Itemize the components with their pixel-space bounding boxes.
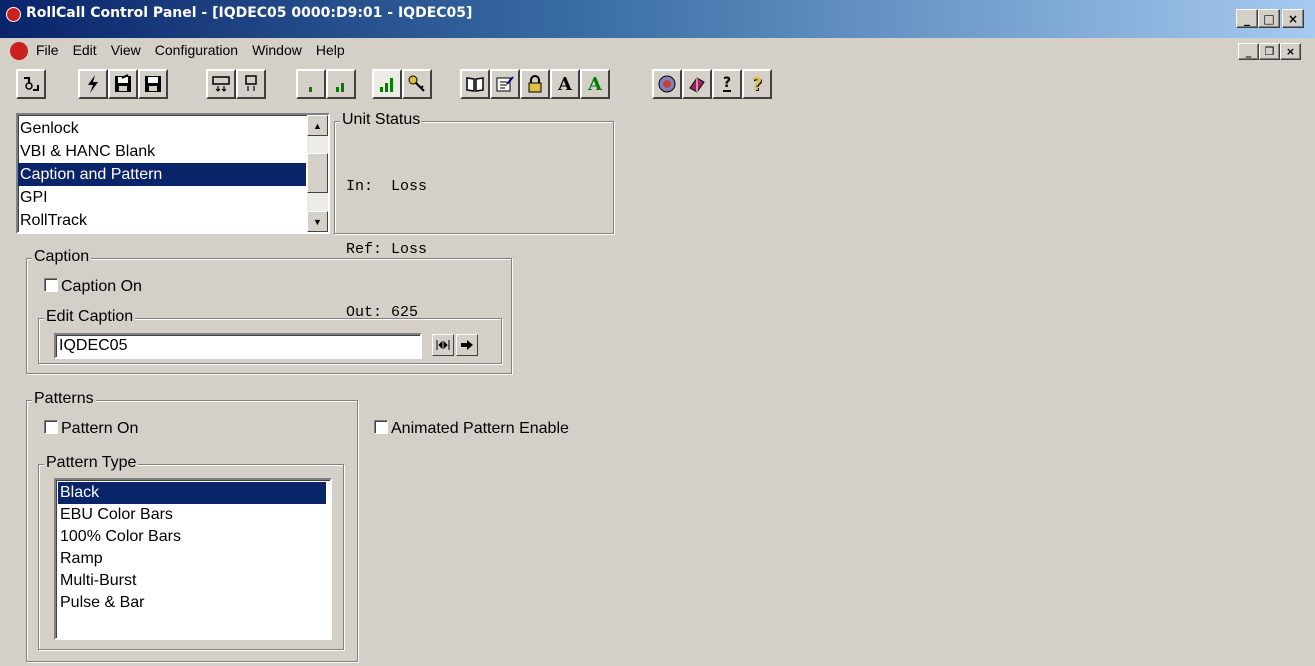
menu-file[interactable]: File [36,42,59,58]
menu-help[interactable]: Help [316,42,345,58]
mdi-minimize-button[interactable]: _ [1238,43,1259,60]
document-icon[interactable] [10,42,28,60]
pattern-on-label: Pattern On [61,420,139,437]
nav-item-gpi[interactable]: GPI [18,186,306,209]
nav-item-caption-and-pattern[interactable]: Caption and Pattern [18,163,306,186]
rollcall-app-icon[interactable] [6,7,21,22]
menu-bar: File Edit View Configuration Window Help… [0,38,1315,64]
menu-configuration[interactable]: Configuration [155,42,238,58]
book-icon[interactable] [460,69,490,99]
pattern-type-label: Pattern Type [44,454,139,472]
close-button[interactable]: × [1282,9,1304,28]
download-icon[interactable] [206,69,236,99]
question-icon[interactable]: ? [742,69,772,99]
signal-low-icon[interactable] [296,69,326,99]
caption-on-box[interactable] [44,278,58,292]
upload-icon[interactable] [236,69,266,99]
nav-list-items: Genlock VBI & HANC Blank Caption and Pat… [18,117,306,232]
nav-list-scrollbar[interactable]: ▲ ▼ [307,115,328,232]
pattern-item-black[interactable]: Black [58,482,326,504]
help-book-icon[interactable] [682,69,712,99]
nav-item-rolltrack[interactable]: RollTrack [18,209,306,232]
patterns-label: Patterns [32,390,96,408]
mdi-controls: _ ❐ × [1238,43,1301,60]
scroll-up-icon[interactable]: ▲ [307,115,328,136]
pattern-item-ramp[interactable]: Ramp [58,548,326,570]
help-icon[interactable]: ? [712,69,742,99]
pattern-type-list[interactable]: Black EBU Color Bars 100% Color Bars Ram… [54,478,332,640]
scroll-down-icon[interactable]: ▼ [307,211,328,232]
save-all-icon[interactable] [138,69,168,99]
question-mark: ? [751,73,763,95]
pattern-item-ebu-color-bars[interactable]: EBU Color Bars [58,504,326,526]
pattern-on-box[interactable] [44,420,58,434]
edit-icon[interactable] [490,69,520,99]
title-bar[interactable]: RollCall Control Panel - [IQDEC05 0000:D… [0,0,1315,38]
connect-icon[interactable] [16,69,46,99]
window-title: RollCall Control Panel - [IQDEC05 0000:D… [26,5,473,21]
caption-on-label: Caption On [61,278,142,295]
key-icon[interactable] [402,69,432,99]
caption-on-checkbox[interactable]: Caption On [44,278,142,296]
maximize-button[interactable]: □ [1258,9,1280,28]
pattern-item-100-color-bars[interactable]: 100% Color Bars [58,526,326,548]
lock-icon[interactable] [520,69,550,99]
signal-high-icon[interactable] [372,69,402,99]
pattern-item-pulse-bar[interactable]: Pulse & Bar [58,592,326,614]
menu-items: File Edit View Configuration Window Help [36,42,345,58]
pattern-type-items: Black EBU Color Bars 100% Color Bars Ram… [58,482,326,614]
unit-status-label: Unit Status [340,111,423,129]
animated-pattern-box[interactable] [374,420,388,434]
nav-item-genlock[interactable]: Genlock [18,117,306,140]
caption-apply-icon[interactable] [456,334,478,356]
signal-medium-icon[interactable] [326,69,356,99]
nav-item-vbi-hanc-blank[interactable]: VBI & HANC Blank [18,140,306,163]
toolbar: A A ? ? [0,64,1315,108]
save-icon[interactable] [108,69,138,99]
pattern-on-checkbox[interactable]: Pattern On [44,420,138,438]
font-a-green-icon[interactable]: A [580,69,610,99]
mdi-close-button[interactable]: × [1280,43,1301,60]
help-icon-label: ? [722,75,732,92]
nav-list[interactable]: Genlock VBI & HANC Blank Caption and Pat… [16,113,330,234]
caption-center-icon[interactable] [432,334,454,356]
menu-view[interactable]: View [111,42,141,58]
lightning-icon[interactable] [78,69,108,99]
caption-input[interactable]: IQDEC05 [54,333,422,359]
network-icon[interactable] [652,69,682,99]
status-in: In: Loss [346,178,428,195]
font-a-icon[interactable]: A [550,69,580,99]
animated-pattern-checkbox[interactable]: Animated Pattern Enable [374,420,569,438]
animated-pattern-label: Animated Pattern Enable [391,420,569,437]
pattern-item-multi-burst[interactable]: Multi-Burst [58,570,326,592]
menu-edit[interactable]: Edit [73,42,97,58]
minimize-button[interactable]: _ [1236,9,1258,28]
mdi-restore-button[interactable]: ❐ [1259,43,1280,60]
edit-caption-label: Edit Caption [44,308,136,326]
scroll-thumb[interactable] [307,153,328,193]
status-ref: Ref: Loss [346,241,428,258]
menu-window[interactable]: Window [252,42,302,58]
caption-label: Caption [32,248,92,266]
